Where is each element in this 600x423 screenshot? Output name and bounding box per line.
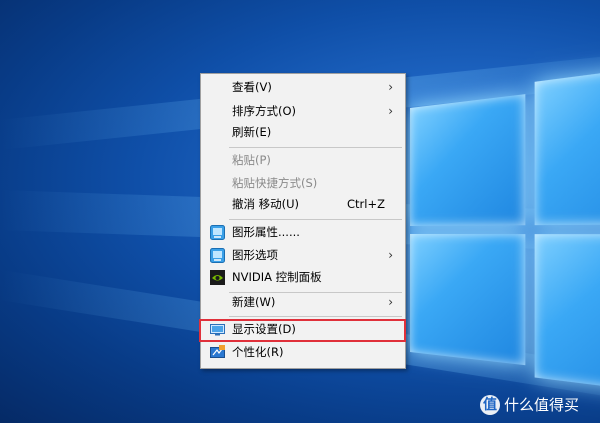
menu-item-label: 图形属性...... [232, 225, 300, 239]
menu-item-label: 查看(V) [232, 80, 272, 94]
menu-item-label: 粘贴快捷方式(S) [232, 176, 318, 190]
highlight-annotation [199, 319, 406, 342]
menu-separator [229, 316, 402, 317]
chevron-right-icon: › [388, 104, 393, 118]
site-watermark: 值 什么值得买 [480, 393, 592, 417]
menu-item-label: 刷新(E) [232, 125, 272, 139]
menu-item-label: 排序方式(O) [232, 104, 297, 118]
menu-item-sort-by[interactable]: 排序方式(O) › [201, 101, 405, 122]
menu-item-refresh[interactable]: 刷新(E) [201, 122, 405, 143]
chevron-right-icon: › [388, 248, 393, 262]
watermark-text: 什么值得买 [504, 396, 580, 414]
windows-logo [410, 53, 600, 414]
menu-item-paste: 粘贴(P) [201, 150, 405, 171]
windows-logo-pane [534, 234, 600, 396]
menu-separator [229, 219, 402, 220]
menu-item-graphics-options[interactable]: 图形选项 › [201, 245, 405, 266]
menu-item-paste-shortcut: 粘贴快捷方式(S) [201, 173, 405, 194]
windows-logo-pane [410, 234, 526, 366]
intel-graphics-icon [210, 225, 225, 240]
menu-item-graphics-properties[interactable]: 图形属性...... [201, 222, 405, 243]
menu-item-label: 撤消 移动(U) [232, 197, 300, 211]
menu-item-label: 个性化(R) [232, 345, 284, 359]
menu-separator [229, 147, 402, 148]
menu-item-shortcut: Ctrl+Z [347, 197, 385, 211]
menu-item-label: 图形选项 [232, 248, 278, 262]
menu-item-personalize[interactable]: 个性化(R) [201, 342, 405, 363]
chevron-right-icon: › [388, 80, 393, 94]
personalize-icon [210, 345, 225, 360]
windows-logo-pane [534, 62, 600, 226]
menu-item-nvidia-control-panel[interactable]: NVIDIA 控制面板 [201, 267, 405, 288]
windows-logo-pane [410, 94, 526, 227]
watermark-badge: 值 [480, 395, 500, 415]
context-menu: 查看(V) › 排序方式(O) › 刷新(E) 粘贴(P) 粘贴快捷方式(S) … [199, 73, 406, 369]
menu-item-view[interactable]: 查看(V) › [201, 77, 405, 98]
red-highlight-box [199, 319, 406, 342]
menu-item-undo-move[interactable]: 撤消 移动(U) Ctrl+Z [201, 194, 405, 215]
chevron-right-icon: › [388, 295, 393, 309]
intel-graphics-icon [210, 248, 225, 263]
menu-item-new[interactable]: 新建(W) › [201, 292, 405, 313]
nvidia-icon [210, 270, 225, 285]
menu-item-label: NVIDIA 控制面板 [232, 270, 322, 284]
menu-item-label: 新建(W) [232, 295, 276, 309]
menu-item-label: 粘贴(P) [232, 153, 271, 167]
